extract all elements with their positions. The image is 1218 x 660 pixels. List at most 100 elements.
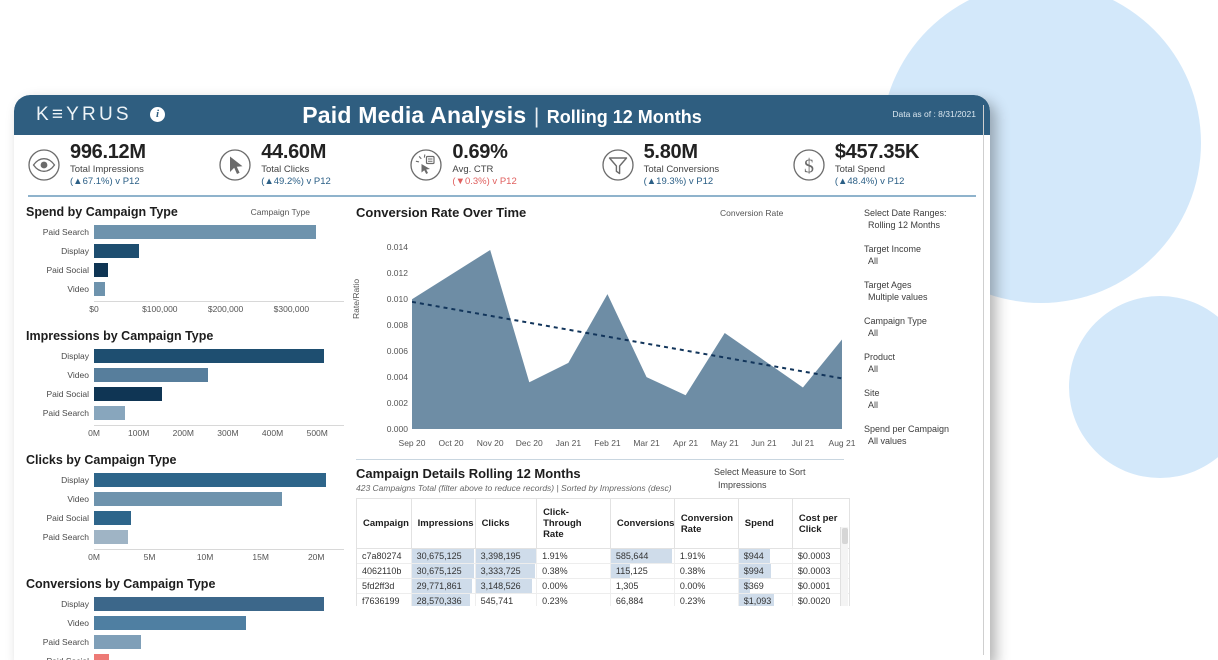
filter-value[interactable]: Rolling 12 Months: [864, 219, 984, 231]
table-cell[interactable]: 3,398,195: [475, 549, 537, 564]
bar-fill[interactable]: [94, 654, 109, 660]
table-column-header[interactable]: Impressions: [411, 499, 475, 549]
bar-fill[interactable]: [94, 368, 208, 382]
filter-control[interactable]: Target AgesMultiple values: [864, 279, 984, 303]
cell-text: 30,675,125: [412, 564, 467, 578]
table-cell[interactable]: $994: [738, 564, 792, 579]
bar-fill[interactable]: [94, 349, 324, 363]
table-column-header[interactable]: Conversion Rate: [674, 499, 738, 549]
table-cell[interactable]: 0.38%: [537, 564, 611, 579]
y-axis-tick: 0.006: [362, 346, 408, 356]
bar-track: [94, 530, 344, 544]
table-cell[interactable]: $1,093: [738, 594, 792, 607]
table-cell[interactable]: 585,644: [610, 549, 674, 564]
filter-label: Target Income: [864, 243, 984, 255]
table-cell[interactable]: c7a80274: [357, 549, 411, 564]
sort-measure-value[interactable]: Impressions: [714, 479, 844, 492]
kpi-text: $457.35KTotal Spend(▲48.4%) v P12: [829, 142, 919, 188]
bar-fill[interactable]: [94, 530, 128, 544]
cell-text: 29,771,861: [412, 579, 467, 593]
filter-control[interactable]: Select Date Ranges:Rolling 12 Months: [864, 207, 984, 231]
axis-tick: 20M: [308, 552, 325, 562]
bar-fill[interactable]: [94, 263, 108, 277]
filter-value[interactable]: Multiple values: [864, 291, 984, 303]
table-cell[interactable]: 1.91%: [674, 549, 738, 564]
cell-text: 0.00%: [537, 579, 573, 593]
axis-tick: $300,000: [274, 304, 309, 314]
table-scrollbar[interactable]: [840, 527, 848, 606]
table-cell[interactable]: 5fd2ff3d: [357, 579, 411, 594]
filter-value[interactable]: All: [864, 363, 984, 375]
bar-row: Paid Search: [22, 225, 344, 239]
filter-value[interactable]: All values: [864, 435, 984, 447]
table-cell[interactable]: 0.23%: [537, 594, 611, 607]
table-cell[interactable]: 30,675,125: [411, 564, 475, 579]
table-cell[interactable]: 30,675,125: [411, 549, 475, 564]
axis-tick: 15M: [252, 552, 269, 562]
axis-tick: 400M: [262, 428, 283, 438]
filter-value[interactable]: All: [864, 327, 984, 339]
filter-control[interactable]: Campaign TypeAll: [864, 315, 984, 339]
filter-control[interactable]: Target IncomeAll: [864, 243, 984, 267]
filter-control[interactable]: Spend per CampaignAll values: [864, 423, 984, 447]
table-row[interactable]: c7a8027430,675,1253,398,1951.91%585,6441…: [357, 549, 849, 564]
table-cell[interactable]: 0.00%: [674, 579, 738, 594]
x-axis-tick: Sep 20: [399, 438, 426, 448]
table-cell[interactable]: 4062110b: [357, 564, 411, 579]
table-cell[interactable]: $369: [738, 579, 792, 594]
bar-fill[interactable]: [94, 616, 246, 630]
table-cell[interactable]: 0.38%: [674, 564, 738, 579]
table-row[interactable]: 4062110b30,675,1253,333,7250.38%115,1250…: [357, 564, 849, 579]
bar-fill[interactable]: [94, 387, 162, 401]
filter-value[interactable]: All: [864, 399, 984, 411]
bar-fill[interactable]: [94, 597, 324, 611]
cell-text: 66,884: [611, 594, 649, 606]
filter-control[interactable]: ProductAll: [864, 351, 984, 375]
sort-measure-control[interactable]: Select Measure to Sort Impressions: [714, 466, 844, 492]
filter-value[interactable]: All: [864, 255, 984, 267]
bar-chart-plot: DisplayVideoPaid SearchPaid Social: [22, 597, 344, 660]
table-cell[interactable]: 3,333,725: [475, 564, 537, 579]
bar-fill[interactable]: [94, 492, 282, 506]
bar-label: Paid Social: [22, 265, 94, 275]
y-axis-tick: 0.000: [362, 424, 408, 434]
table-cell[interactable]: 3,148,526: [475, 579, 537, 594]
cell-text: 0.23%: [675, 594, 711, 606]
table-cell[interactable]: 115,125: [610, 564, 674, 579]
area-plot: [412, 237, 842, 429]
table-cell[interactable]: 1.91%: [537, 549, 611, 564]
bar-fill[interactable]: [94, 511, 131, 525]
table-column-header[interactable]: Click-Through Rate: [537, 499, 611, 549]
kpi-label: Total Impressions: [70, 164, 146, 176]
table-column-header[interactable]: Campaign: [357, 499, 411, 549]
bar-track: [94, 406, 344, 420]
bar-fill[interactable]: [94, 635, 141, 649]
bar-fill[interactable]: [94, 244, 139, 258]
table-cell[interactable]: $944: [738, 549, 792, 564]
kpi-delta: (▲67.1%) v P12: [70, 176, 146, 188]
dollar-icon: $: [789, 145, 829, 185]
table-column-header[interactable]: Clicks: [475, 499, 537, 549]
x-axis-tick: Jan 21: [556, 438, 582, 448]
bar-fill[interactable]: [94, 473, 326, 487]
y-axis-tick: 0.012: [362, 268, 408, 278]
table-cell[interactable]: 29,771,861: [411, 579, 475, 594]
table-column-header[interactable]: Spend: [738, 499, 792, 549]
table-cell[interactable]: 545,741: [475, 594, 537, 607]
bar-fill[interactable]: [94, 282, 105, 296]
bar-fill[interactable]: [94, 225, 316, 239]
table-cell[interactable]: 66,884: [610, 594, 674, 607]
table-cell[interactable]: 0.00%: [537, 579, 611, 594]
table-cell[interactable]: 0.23%: [674, 594, 738, 607]
table-row[interactable]: f763619928,570,336545,7410.23%66,8840.23…: [357, 594, 849, 607]
dashboard-header: K≡YRUS i Paid Media Analysis | Rolling 1…: [14, 95, 990, 135]
bar-label: Video: [22, 618, 94, 628]
table-scrollbar-thumb[interactable]: [842, 528, 848, 544]
bar-fill[interactable]: [94, 406, 125, 420]
table-cell[interactable]: f7636199: [357, 594, 411, 607]
filter-control[interactable]: SiteAll: [864, 387, 984, 411]
table-cell[interactable]: 1,305: [610, 579, 674, 594]
table-cell[interactable]: 28,570,336: [411, 594, 475, 607]
table-row[interactable]: 5fd2ff3d29,771,8613,148,5260.00%1,3050.0…: [357, 579, 849, 594]
table-column-header[interactable]: Conversions: [610, 499, 674, 549]
